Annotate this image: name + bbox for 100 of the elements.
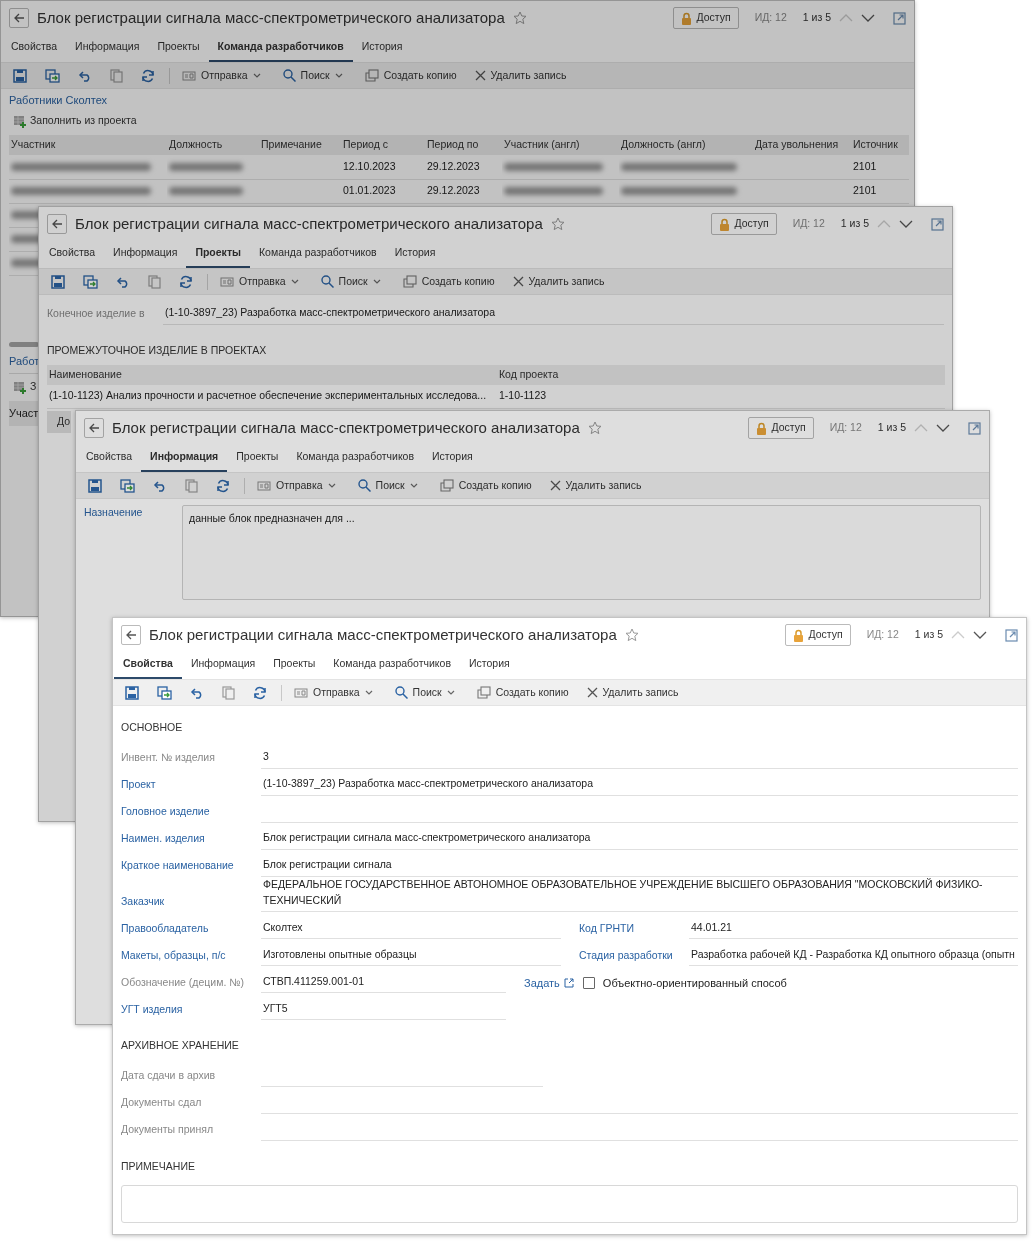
delete-record-button[interactable]: Удалить запись — [580, 682, 685, 703]
scrollbar[interactable] — [9, 341, 39, 347]
create-copy-button[interactable]: Создать копию — [358, 65, 463, 86]
field-label[interactable]: Код ГРНТИ — [579, 920, 689, 940]
field-label[interactable]: Заказчик — [121, 893, 261, 913]
input-field[interactable]: УГТ5 — [261, 1000, 506, 1021]
fill-from-project-button[interactable]: З — [13, 379, 37, 395]
tab[interactable]: Проекты — [264, 651, 325, 679]
expand-icon[interactable] — [968, 421, 981, 435]
field-label[interactable]: Стадия разработки — [579, 947, 689, 967]
create-copy-button[interactable]: Создать копию — [433, 475, 538, 496]
input-field[interactable]: Разработка рабочей КД - Разработка КД опытного образца (опытн — [689, 946, 1018, 967]
section-link[interactable]: Работники Сколтех — [9, 93, 906, 107]
back-button[interactable] — [84, 418, 104, 438]
delete-record-button[interactable]: Удалить запись — [543, 475, 648, 496]
input-field[interactable]: Сколтех — [261, 919, 561, 940]
refresh-icon[interactable] — [179, 274, 193, 289]
set-link[interactable]: Задать — [524, 974, 574, 992]
tab[interactable]: Информация — [66, 34, 149, 62]
create-copy-button[interactable]: Создать копию — [396, 271, 501, 292]
send-dropdown[interactable]: Отправка — [288, 682, 379, 703]
tab[interactable]: История — [385, 240, 445, 268]
tab[interactable]: Свойства — [2, 34, 67, 62]
text-area[interactable]: данные блок предназначен для ... — [182, 505, 981, 600]
tab[interactable]: Информация — [104, 240, 187, 268]
tab[interactable]: Команда разработчиков — [324, 651, 460, 679]
save-icon[interactable] — [88, 478, 102, 493]
star-icon[interactable] — [587, 421, 602, 435]
tab[interactable]: История — [423, 444, 482, 472]
column-header[interactable]: Участ — [9, 407, 39, 419]
input-field[interactable]: ФЕДЕРАЛЬНОЕ ГОСУДАРСТВЕННОЕ АВТОНОМНОЕ ОБРАЗОВАТЕЛЬНОЕ УЧРЕЖДЕНИЕ ВЫСШЕГО ОБРАЗОВАНИЯ "МОСКОВСКИЙ ФИЗИКО-ТЕХНИЧЕСКИЙ — [261, 876, 1018, 913]
back-button[interactable] — [9, 8, 29, 28]
expand-icon[interactable] — [893, 11, 906, 25]
tab[interactable]: Информация — [181, 651, 265, 679]
send-dropdown[interactable]: Отправка — [251, 475, 342, 496]
star-icon[interactable] — [512, 11, 527, 25]
save-as-icon[interactable] — [45, 68, 60, 83]
section-link[interactable]: Работ — [9, 354, 40, 367]
back-button[interactable] — [121, 625, 141, 645]
tab[interactable]: История — [352, 34, 412, 62]
input-field[interactable]: (1-10-3897_23) Разработка масс-спектрометрического анализатора — [261, 776, 1018, 796]
field-label[interactable]: УГТ изделия — [121, 1001, 261, 1021]
field-label[interactable]: Макеты, образцы, п/с — [121, 947, 261, 967]
tab[interactable]: Команда разработчиков — [287, 444, 424, 472]
field-value[interactable]: (1-10-3897_23) Разработка масс-спектрометрического анализатора — [163, 305, 944, 325]
input-field[interactable]: 3 — [261, 749, 1018, 769]
undo-icon[interactable] — [78, 69, 92, 82]
refresh-icon[interactable] — [141, 68, 155, 83]
tab[interactable]: Команда разработчиков — [250, 240, 386, 268]
input-field[interactable]: 44.01.21 — [689, 919, 1018, 940]
undo-icon[interactable] — [190, 686, 204, 699]
search-dropdown[interactable]: Поиск — [276, 65, 349, 86]
input-field[interactable]: Изготовлены опытные образцы — [261, 946, 561, 967]
field-label[interactable]: Проект — [121, 777, 261, 796]
field-label[interactable]: Правообладатель — [121, 920, 261, 940]
access-button[interactable]: Доступ — [748, 417, 814, 439]
send-dropdown[interactable]: Отправка — [214, 271, 305, 292]
input-field[interactable]: Блок регистрации сигнала масс-спектрометрического анализатора — [261, 830, 1018, 850]
column-header[interactable]: Участник — [9, 135, 167, 155]
save-icon[interactable] — [13, 68, 27, 83]
delete-record-button[interactable]: Удалить запись — [468, 65, 573, 86]
chevron-down-icon[interactable] — [861, 13, 875, 23]
field-label[interactable]: Наимен. изделия — [121, 831, 261, 850]
expand-icon[interactable] — [1005, 628, 1018, 642]
tab[interactable]: Проекты — [148, 34, 209, 62]
refresh-icon[interactable] — [216, 478, 230, 493]
column-header[interactable]: Период по — [425, 135, 502, 155]
column-header[interactable]: Примечание — [259, 135, 341, 155]
star-icon[interactable] — [624, 628, 639, 642]
save-as-icon[interactable] — [157, 685, 172, 700]
tab[interactable]: Свойства — [77, 444, 142, 472]
chevron-down-icon[interactable] — [899, 219, 913, 229]
column-header[interactable]: Код проекта — [497, 364, 945, 385]
create-copy-button[interactable]: Создать копию — [470, 682, 575, 703]
undo-icon[interactable] — [153, 479, 167, 492]
expand-icon[interactable] — [931, 217, 944, 231]
save-icon[interactable] — [51, 274, 65, 289]
refresh-icon[interactable] — [253, 685, 267, 700]
access-button[interactable]: Доступ — [711, 213, 777, 235]
fill-from-project-button[interactable]: Заполнить из проекта — [13, 113, 137, 129]
send-dropdown[interactable]: Отправка — [176, 65, 267, 86]
column-header[interactable]: Должность — [167, 135, 259, 155]
column-header[interactable]: Должность (англ) — [619, 135, 753, 155]
tab-button[interactable]: До — [47, 411, 72, 433]
checkbox[interactable] — [582, 977, 595, 989]
access-button[interactable]: Доступ — [785, 624, 851, 646]
input-field[interactable]: Блок регистрации сигнала — [261, 857, 1018, 877]
access-button[interactable]: Доступ — [673, 7, 739, 29]
tab[interactable]: Проекты — [227, 444, 288, 472]
search-dropdown[interactable]: Поиск — [351, 475, 424, 496]
field-label[interactable]: Краткое наименование — [121, 858, 261, 877]
column-header[interactable]: Период с — [341, 135, 425, 155]
search-dropdown[interactable]: Поиск — [388, 682, 461, 703]
field-label[interactable]: Назначение — [84, 505, 182, 600]
back-button[interactable] — [47, 214, 67, 234]
column-header[interactable]: Участник (англ) — [502, 135, 619, 155]
input-field[interactable]: СТВП.411259.001-01 — [261, 973, 506, 994]
undo-icon[interactable] — [116, 275, 130, 288]
delete-record-button[interactable]: Удалить запись — [506, 271, 611, 292]
star-icon[interactable] — [550, 217, 565, 231]
